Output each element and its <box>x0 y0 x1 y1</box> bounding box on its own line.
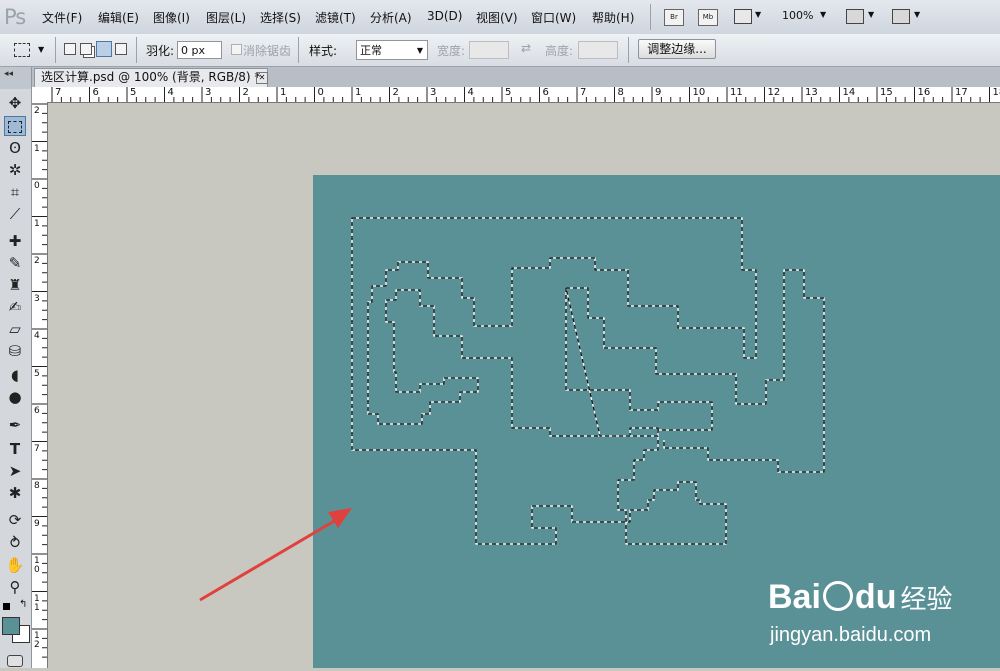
selection-outline-base <box>566 270 824 472</box>
selection-outline <box>566 270 824 472</box>
annotation-arrow <box>200 508 352 600</box>
baidu-logo: Baidu经验 <box>768 578 952 617</box>
canvas-overlay <box>0 0 1000 668</box>
selection-marching-ants <box>352 218 824 544</box>
paw-icon <box>823 581 853 611</box>
watermark-du: du <box>855 578 897 616</box>
selection-outline <box>352 218 756 544</box>
watermark-url: jingyan.baidu.com <box>770 624 931 647</box>
watermark-bai: Bai <box>768 578 821 616</box>
watermark-jingyan: 经验 <box>900 584 952 614</box>
